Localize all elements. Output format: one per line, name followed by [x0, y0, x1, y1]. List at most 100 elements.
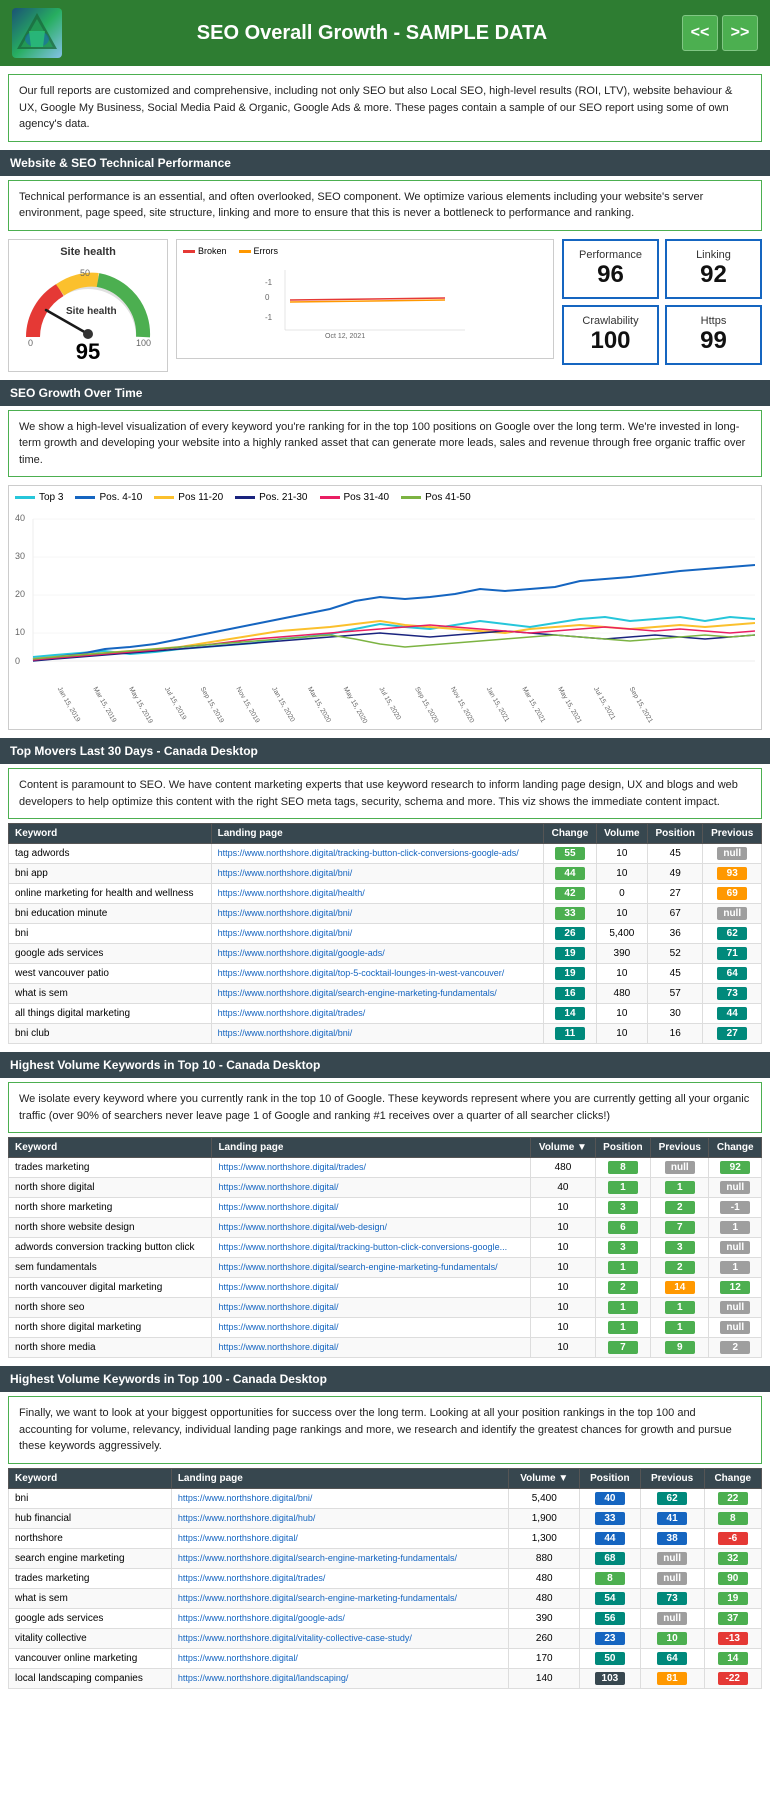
svg-text:Mar 15, 2019: Mar 15, 2019 [91, 686, 117, 723]
table-row: search engine marketing https://www.nort… [9, 1548, 762, 1568]
svg-text:May 15, 2021: May 15, 2021 [556, 686, 583, 723]
svg-text:Sep 15, 2019: Sep 15, 2019 [199, 686, 225, 723]
mini-chart-svg: 0 -1 -1 Oct 12, 2021 [183, 260, 547, 340]
cell-previous: 1 [651, 1298, 709, 1318]
cell-volume: 10 [596, 864, 647, 884]
cell-keyword: trades marketing [9, 1158, 212, 1178]
badge: 26 [555, 927, 585, 940]
cell-url: https://www.northshore.digital/ [212, 1298, 531, 1318]
cell-url: https://www.northshore.digital/ [212, 1178, 531, 1198]
svg-text:Nov 15, 2020: Nov 15, 2020 [449, 686, 475, 723]
x-labels-svg: Jan 15, 2019 Mar 15, 2019 May 15, 2019 J… [40, 678, 755, 723]
growth-chart-container: Top 3 Pos. 4-10 Pos 11-20 Pos. 21-30 Pos… [8, 485, 762, 730]
cell-change: 92 [709, 1158, 762, 1178]
table-row: local landscaping companies https://www.… [9, 1668, 762, 1688]
cell-change: 44 [544, 864, 597, 884]
svg-text:50: 50 [80, 268, 90, 278]
badge: 22 [718, 1492, 748, 1505]
cell-previous: 10 [640, 1628, 704, 1648]
cell-previous: 69 [703, 884, 762, 904]
badge: 44 [555, 867, 585, 880]
badge: 1 [608, 1181, 638, 1194]
svg-text:Jul 15, 2020: Jul 15, 2020 [377, 686, 402, 722]
col-change: Change [544, 824, 597, 844]
cell-previous: 9 [651, 1338, 709, 1358]
col-landing: Landing page [211, 824, 544, 844]
cell-keyword: google ads services [9, 944, 212, 964]
cell-change: null [709, 1298, 762, 1318]
kpi-https: Https 99 [665, 305, 762, 365]
cell-keyword: search engine marketing [9, 1548, 172, 1568]
cell-volume: 10 [531, 1198, 596, 1218]
cell-url: https://www.northshore.digital/bni/ [211, 1024, 544, 1044]
next-button[interactable]: >> [722, 15, 758, 51]
legend-pos41-50: Pos 41-50 [401, 492, 471, 503]
cell-change: 33 [544, 904, 597, 924]
cell-position: 1 [595, 1298, 650, 1318]
badge: null [657, 1552, 687, 1565]
badge: 69 [717, 887, 747, 900]
cell-volume: 480 [509, 1588, 580, 1608]
cell-position: 23 [580, 1628, 641, 1648]
cell-previous: 64 [703, 964, 762, 984]
cell-position: 52 [647, 944, 703, 964]
badge: 8 [608, 1161, 638, 1174]
site-health-gauge: Site health 0 50 100 Site health 95 [8, 239, 168, 372]
cell-change: 19 [544, 964, 597, 984]
cell-position: 8 [580, 1568, 641, 1588]
cell-keyword: vitality collective [9, 1628, 172, 1648]
badge: 2 [720, 1341, 750, 1354]
badge: 16 [555, 987, 585, 1000]
badge: 3 [608, 1241, 638, 1254]
svg-text:Nov 15, 2019: Nov 15, 2019 [234, 686, 260, 723]
svg-text:100: 100 [136, 338, 151, 347]
cell-url: https://www.northshore.digital/ [171, 1648, 509, 1668]
svg-text:Mar 15, 2021: Mar 15, 2021 [520, 686, 546, 723]
cell-keyword: north shore seo [9, 1298, 212, 1318]
cell-change: 8 [704, 1508, 761, 1528]
prev-button[interactable]: << [682, 15, 718, 51]
kpi-crawlability-value: 100 [572, 327, 649, 355]
cell-change: 12 [709, 1278, 762, 1298]
table-row: what is sem https://www.northshore.digit… [9, 1588, 762, 1608]
badge: 27 [717, 1027, 747, 1040]
cell-previous: null [640, 1608, 704, 1628]
kpi-https-value: 99 [675, 327, 752, 355]
cell-keyword: north shore website design [9, 1218, 212, 1238]
table-row: bni app https://www.northshore.digital/b… [9, 864, 762, 884]
cell-volume: 480 [509, 1568, 580, 1588]
badge: 14 [718, 1652, 748, 1665]
cell-volume: 1,900 [509, 1508, 580, 1528]
badge: null [720, 1181, 750, 1194]
col-position5: Position [580, 1468, 641, 1488]
cell-position: 36 [647, 924, 703, 944]
cell-url: https://www.northshore.digital/google-ad… [171, 1608, 509, 1628]
badge: 56 [595, 1612, 625, 1625]
table-row: vancouver online marketing https://www.n… [9, 1648, 762, 1668]
page-title: SEO Overall Growth - SAMPLE DATA [62, 22, 682, 45]
badge: 1 [665, 1321, 695, 1334]
svg-text:40: 40 [15, 513, 25, 523]
col-keyword: Keyword [9, 824, 212, 844]
cell-position: 27 [647, 884, 703, 904]
cell-change: 32 [704, 1548, 761, 1568]
badge: 33 [595, 1512, 625, 1525]
cell-change: 14 [704, 1648, 761, 1668]
col-volume4: Volume ▼ [531, 1138, 596, 1158]
cell-url: https://www.northshore.digital/hub/ [171, 1508, 509, 1528]
svg-text:Jan 15, 2020: Jan 15, 2020 [270, 686, 296, 723]
cell-keyword: bni education minute [9, 904, 212, 924]
table-row: north shore digital marketing https://ww… [9, 1318, 762, 1338]
metrics-row: Site health 0 50 100 Site health 95 Brok… [8, 239, 762, 372]
cell-volume: 10 [531, 1338, 596, 1358]
cell-keyword: sem fundamentals [9, 1258, 212, 1278]
section1-desc: Technical performance is an essential, a… [8, 180, 762, 231]
cell-volume: 480 [531, 1158, 596, 1178]
cell-url: https://www.northshore.digital/bni/ [211, 924, 544, 944]
table-row: google ads services https://www.northsho… [9, 1608, 762, 1628]
cell-position: 67 [647, 904, 703, 924]
cell-change: null [709, 1318, 762, 1338]
col-landing5: Landing page [171, 1468, 509, 1488]
cell-change: null [709, 1178, 762, 1198]
cell-previous: 2 [651, 1258, 709, 1278]
